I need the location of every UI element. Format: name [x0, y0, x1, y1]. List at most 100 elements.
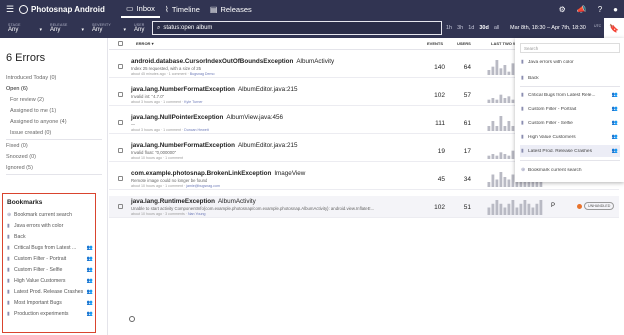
- bookmark-item[interactable]: ▮ Custom Filter - Portrait 👥: [7, 256, 93, 262]
- sidebar-item-for-review[interactable]: For review (2): [10, 97, 44, 103]
- announcement-icon[interactable]: 📣: [577, 5, 587, 14]
- bookmark-icon: ▮: [521, 92, 524, 98]
- dropdown-bookmark-item[interactable]: ▮ Java errors with color: [520, 56, 620, 68]
- search-input[interactable]: ⌕ status:open album: [152, 21, 442, 35]
- period-all[interactable]: all: [494, 25, 500, 31]
- assignee[interactable]: Nan Young: [188, 212, 206, 216]
- bookmark-item[interactable]: ▮ Latest Prod. Release Crashes 👥: [7, 289, 93, 295]
- column-header-last-two-weeks[interactable]: LAST TWO W: [491, 41, 517, 46]
- tab-timeline-label: Timeline: [171, 4, 200, 14]
- dropdown-bookmark-item[interactable]: ▮ Back: [520, 72, 620, 84]
- bookmark-item[interactable]: ▮ Java errors with color: [7, 223, 93, 229]
- bookmark-label: Custom Filter - Portrait: [14, 256, 67, 262]
- bookmark-item[interactable]: ▮ Critical Bugs from Latest ... 👥: [7, 245, 93, 251]
- column-header-events[interactable]: EVENTS: [427, 41, 443, 46]
- sidebar-item-assigned-to-anyone[interactable]: Assigned to anyone (4): [10, 119, 67, 125]
- bookmark-icon: ▮: [7, 311, 10, 317]
- sparkline-bar: [491, 66, 495, 75]
- priority-label[interactable]: P: [551, 203, 555, 209]
- sparkline-bar: [487, 155, 491, 159]
- help-icon[interactable]: ?: [598, 5, 602, 14]
- select-all-checkbox[interactable]: [118, 41, 123, 46]
- events-count: 102: [434, 204, 445, 211]
- row-checkbox[interactable]: [118, 92, 123, 97]
- bookmarks-title: Bookmarks: [7, 199, 43, 206]
- assignee[interactable]: Bugsnag Demo: [190, 72, 215, 76]
- sparkline-bar: [503, 177, 507, 187]
- row-checkbox[interactable]: [118, 120, 123, 125]
- sidebar-item-ignored[interactable]: Ignored (5): [6, 165, 33, 171]
- bookmark-item[interactable]: ▮ Most Important Bugs 👥: [7, 300, 93, 306]
- error-class[interactable]: android.database.CursorIndexOutOfBoundsE…: [131, 58, 293, 65]
- row-checkbox[interactable]: [118, 148, 123, 153]
- period-30d[interactable]: 30d: [479, 25, 488, 31]
- date-range-picker[interactable]: Mar 8th, 18:30 – Apr 7th, 18:30: [510, 21, 600, 35]
- user-account-icon[interactable]: ●: [613, 5, 618, 14]
- sidebar-item-open[interactable]: Open (6): [6, 86, 28, 92]
- users-count: 17: [463, 148, 471, 155]
- period-1h[interactable]: 1h: [446, 25, 452, 31]
- table-row[interactable]: java.lang.RuntimeException AlbumActivity …: [109, 196, 619, 218]
- inbox-icon: ▭: [126, 3, 134, 13]
- events-count: 102: [434, 92, 445, 99]
- dropdown-bookmark-item[interactable]: ▮ Custom Filter - Portrait 👥: [520, 103, 620, 115]
- column-header-error[interactable]: ERROR ▾: [136, 41, 154, 46]
- sidebar-item-introduced-today[interactable]: Introduced Today (0): [6, 75, 56, 81]
- error-class[interactable]: java.lang.RuntimeException: [131, 198, 215, 205]
- tab-releases[interactable]: ▤ Releases: [205, 0, 257, 18]
- sidebar-item-fixed[interactable]: Fixed (0): [6, 143, 28, 149]
- error-class[interactable]: java.lang.NumberFormatException: [131, 86, 235, 93]
- gear-icon[interactable]: ⚙: [559, 5, 566, 14]
- app-name[interactable]: Photosnap Android: [31, 5, 121, 14]
- bookmark-icon: ▮: [7, 300, 10, 306]
- sidebar-item-issue-created[interactable]: Issue created (0): [10, 130, 51, 136]
- period-1d[interactable]: 1d: [468, 25, 474, 31]
- assignee[interactable]: Duncan Hewett: [184, 128, 209, 132]
- dropdown-bookmark-item[interactable]: ▮ Critical Bugs from Latest Rele... 👥: [520, 89, 620, 101]
- row-checkbox[interactable]: [118, 64, 123, 69]
- error-class[interactable]: com.example.photosnap.BrokenLinkExceptio…: [131, 170, 271, 177]
- release-filter[interactable]: RELEASE ▾ Any: [50, 23, 84, 33]
- error-class[interactable]: java.lang.NumberFormatException: [131, 142, 235, 149]
- bookmark-label: Most Important Bugs: [14, 300, 62, 306]
- divider: [6, 174, 102, 175]
- bookmark-item[interactable]: ▮ Back: [7, 234, 93, 240]
- dropdown-bookmark-item-selected[interactable]: ▮ Latest Prod. Release Crashes 👥: [520, 145, 620, 157]
- sparkline-bar: [503, 154, 507, 159]
- error-message: Unable to start activity ComponentInfo{c…: [131, 206, 375, 211]
- stage-filter[interactable]: STAGE ▾ Any: [8, 23, 42, 33]
- sparkline-bar: [507, 203, 511, 215]
- sparkline-bar: [511, 150, 515, 159]
- bookmark-search-input[interactable]: Search: [520, 43, 620, 53]
- bookmark-icon: 🔖: [609, 23, 619, 33]
- row-checkbox[interactable]: [118, 176, 123, 181]
- hamburger-menu-icon[interactable]: ☰: [3, 4, 17, 15]
- dropdown-bookmark-item[interactable]: ▮ High Value Customers 👥: [520, 131, 620, 143]
- severity-filter[interactable]: SEVERITY ▾ Any: [92, 23, 126, 33]
- tab-timeline[interactable]: ⌇ Timeline: [160, 0, 205, 18]
- error-meta: about 10 hours ago · 1 comment: [131, 156, 183, 160]
- row-checkbox[interactable]: [118, 204, 123, 209]
- bookmark-item[interactable]: ▮ High Value Customers 👥: [7, 278, 93, 284]
- assignee[interactable]: Kyle Turner: [184, 100, 202, 104]
- bookmark-item[interactable]: ▮ Production experiments 👥: [7, 311, 93, 317]
- add-circle-icon: ⊕: [7, 212, 12, 218]
- sort-down-icon: ▾: [151, 41, 154, 46]
- period-3h[interactable]: 3h: [457, 25, 463, 31]
- error-class[interactable]: java.lang.NullPointerException: [131, 114, 223, 121]
- tab-inbox[interactable]: ▭ Inbox: [121, 0, 160, 18]
- sidebar-item-snoozed[interactable]: Snoozed (0): [6, 154, 36, 160]
- bookmark-current-search-button[interactable]: ⊕ Bookmark current search: [7, 212, 93, 218]
- column-header-users[interactable]: USERS: [457, 41, 471, 46]
- sidebar-item-assigned-to-me[interactable]: Assigned to me (1): [10, 108, 56, 114]
- dropdown-bookmark-current-search[interactable]: ⊕ Bookmark current search: [520, 164, 620, 176]
- bookmarks-toggle-button[interactable]: 🔖: [604, 18, 624, 38]
- assignee[interactable]: jamie@bugsnag.com: [186, 184, 220, 188]
- dropdown-bookmark-item[interactable]: ▮ Custom Filter - Selfie 👥: [520, 117, 620, 129]
- bookmark-icon: ▮: [521, 148, 524, 154]
- sparkline-bar: [495, 99, 499, 103]
- users-count: 61: [463, 120, 471, 127]
- chevron-down-icon: ▾: [81, 27, 84, 33]
- radio-button[interactable]: [129, 316, 135, 322]
- bookmark-item[interactable]: ▮ Custom Filter - Selfie 👥: [7, 267, 93, 273]
